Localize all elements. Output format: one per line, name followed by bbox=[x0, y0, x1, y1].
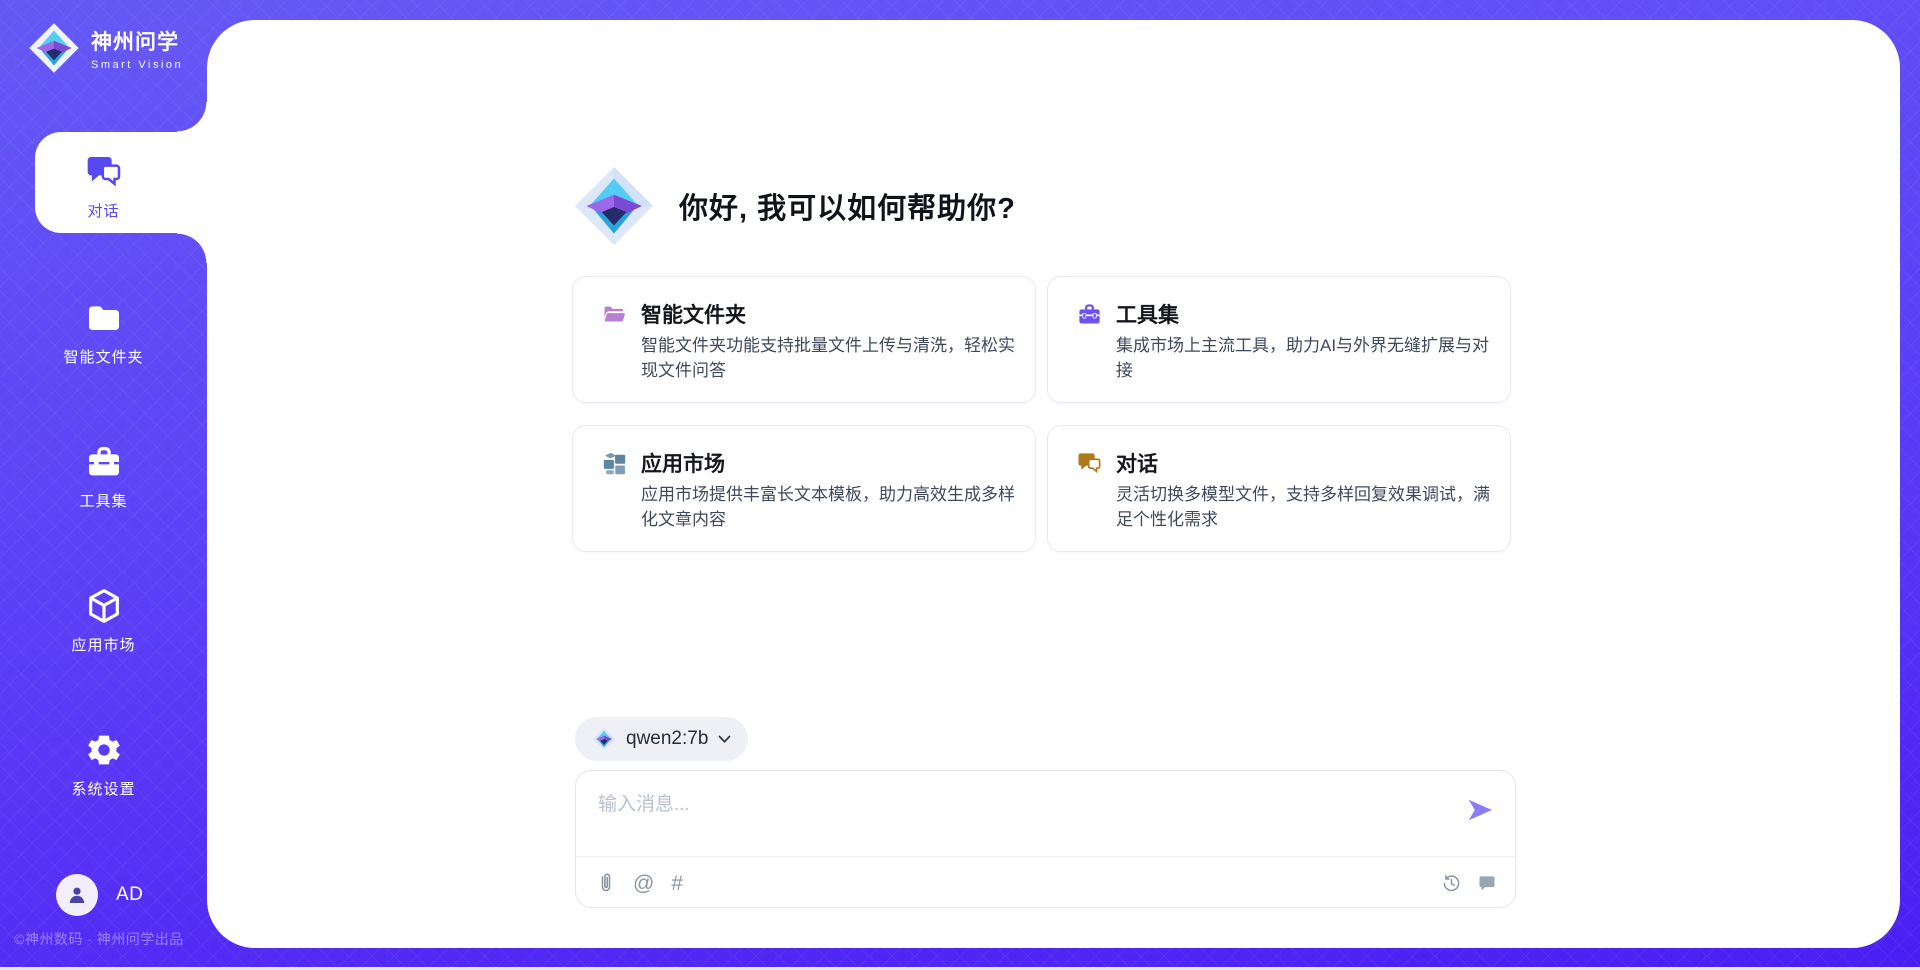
user-initials: AD bbox=[116, 884, 143, 906]
sidebar: 神州问学 Smart Vision 对话 智能文件夹 bbox=[0, 0, 207, 970]
chat-square-icon bbox=[1477, 873, 1497, 893]
paperclip-icon bbox=[596, 872, 616, 894]
avatar bbox=[56, 874, 98, 916]
sidebar-item-toolset[interactable]: 工具集 bbox=[0, 442, 207, 511]
sidebar-item-smart-folder[interactable]: 智能文件夹 bbox=[0, 298, 207, 367]
main-panel: 你好, 我可以如何帮助你? 智能文件夹 智能文件夹功能支持批量文件上传与清洗，轻… bbox=[207, 20, 1900, 948]
composer-toolbar: @ # bbox=[576, 857, 1515, 909]
card-app-market[interactable]: 应用市场 应用市场提供丰富长文本模板，助力高效生成多样化文章内容 bbox=[572, 425, 1036, 552]
sidebar-item-label: 系统设置 bbox=[71, 778, 135, 799]
card-description: 灵活切换多模型文件，支持多样回复效果调试，满足个性化需求 bbox=[1116, 483, 1494, 532]
toolbox-icon bbox=[1076, 301, 1103, 328]
hash-icon: # bbox=[671, 873, 683, 894]
chat-bubbles-icon bbox=[84, 152, 124, 192]
card-description: 应用市场提供丰富长文本模板，助力高效生成多样化文章内容 bbox=[641, 483, 1019, 532]
at-icon: @ bbox=[633, 873, 654, 894]
toolbox-icon bbox=[84, 442, 124, 482]
card-description: 智能文件夹功能支持批量文件上传与清洗，轻松实现文件问答 bbox=[641, 334, 1019, 383]
brand-subtitle: Smart Vision bbox=[91, 59, 183, 71]
brand-name: 神州问学 bbox=[91, 26, 183, 56]
sidebar-item-settings[interactable]: 系统设置 bbox=[0, 730, 207, 799]
message-composer: @ # bbox=[575, 770, 1516, 908]
card-smart-folder[interactable]: 智能文件夹 智能文件夹功能支持批量文件上传与清洗，轻松实现文件问答 bbox=[572, 276, 1036, 403]
copyright-text: ©神州数码 · 神州问学出品 bbox=[14, 929, 204, 949]
model-selector[interactable]: qwen2:7b bbox=[575, 717, 748, 761]
brand: 神州问学 Smart Vision bbox=[28, 22, 183, 74]
assistant-logo-icon bbox=[573, 165, 655, 247]
attachment-button[interactable] bbox=[596, 872, 616, 894]
greeting-block: 你好, 我可以如何帮助你? bbox=[573, 165, 1016, 247]
message-input[interactable] bbox=[576, 771, 1515, 855]
send-button[interactable] bbox=[1465, 795, 1495, 825]
history-button[interactable] bbox=[1441, 873, 1462, 894]
history-icon bbox=[1441, 873, 1462, 894]
user-account[interactable]: AD bbox=[56, 874, 143, 916]
chevron-down-icon bbox=[718, 735, 731, 744]
folder-icon bbox=[84, 298, 124, 338]
mention-button[interactable]: @ bbox=[633, 873, 654, 894]
sidebar-item-label: 智能文件夹 bbox=[63, 346, 143, 367]
model-name: qwen2:7b bbox=[626, 728, 708, 750]
sidebar-item-label: 对话 bbox=[87, 200, 119, 221]
topic-button[interactable]: # bbox=[671, 873, 683, 894]
active-nav-fillet-top bbox=[177, 102, 207, 132]
brand-text: 神州问学 Smart Vision bbox=[91, 26, 183, 71]
new-chat-button[interactable] bbox=[1477, 873, 1497, 893]
card-title: 对话 bbox=[1116, 448, 1158, 478]
sidebar-item-label: 应用市场 bbox=[71, 634, 135, 655]
chat-bubbles-icon bbox=[1076, 450, 1103, 477]
card-description: 集成市场上主流工具，助力AI与外界无缝扩展与对接 bbox=[1116, 334, 1494, 383]
tile-cube-icon bbox=[601, 450, 628, 477]
active-nav-fillet-bottom bbox=[177, 233, 207, 263]
card-title: 应用市场 bbox=[641, 448, 725, 478]
gear-icon bbox=[84, 730, 124, 770]
card-title: 智能文件夹 bbox=[641, 299, 746, 329]
send-icon bbox=[1465, 795, 1495, 825]
sidebar-item-chat[interactable]: 对话 bbox=[0, 152, 207, 221]
card-title: 工具集 bbox=[1116, 299, 1179, 329]
brand-logo-icon bbox=[28, 22, 80, 74]
open-folder-icon bbox=[601, 301, 628, 328]
card-toolset[interactable]: 工具集 集成市场上主流工具，助力AI与外界无缝扩展与对接 bbox=[1047, 276, 1511, 403]
person-icon bbox=[65, 883, 89, 907]
sidebar-item-app-market[interactable]: 应用市场 bbox=[0, 586, 207, 655]
greeting-text: 你好, 我可以如何帮助你? bbox=[679, 185, 1016, 227]
model-logo-icon bbox=[592, 727, 616, 751]
sidebar-item-label: 工具集 bbox=[79, 490, 127, 511]
card-chat[interactable]: 对话 灵活切换多模型文件，支持多样回复效果调试，满足个性化需求 bbox=[1047, 425, 1511, 552]
cube-icon bbox=[84, 586, 124, 626]
